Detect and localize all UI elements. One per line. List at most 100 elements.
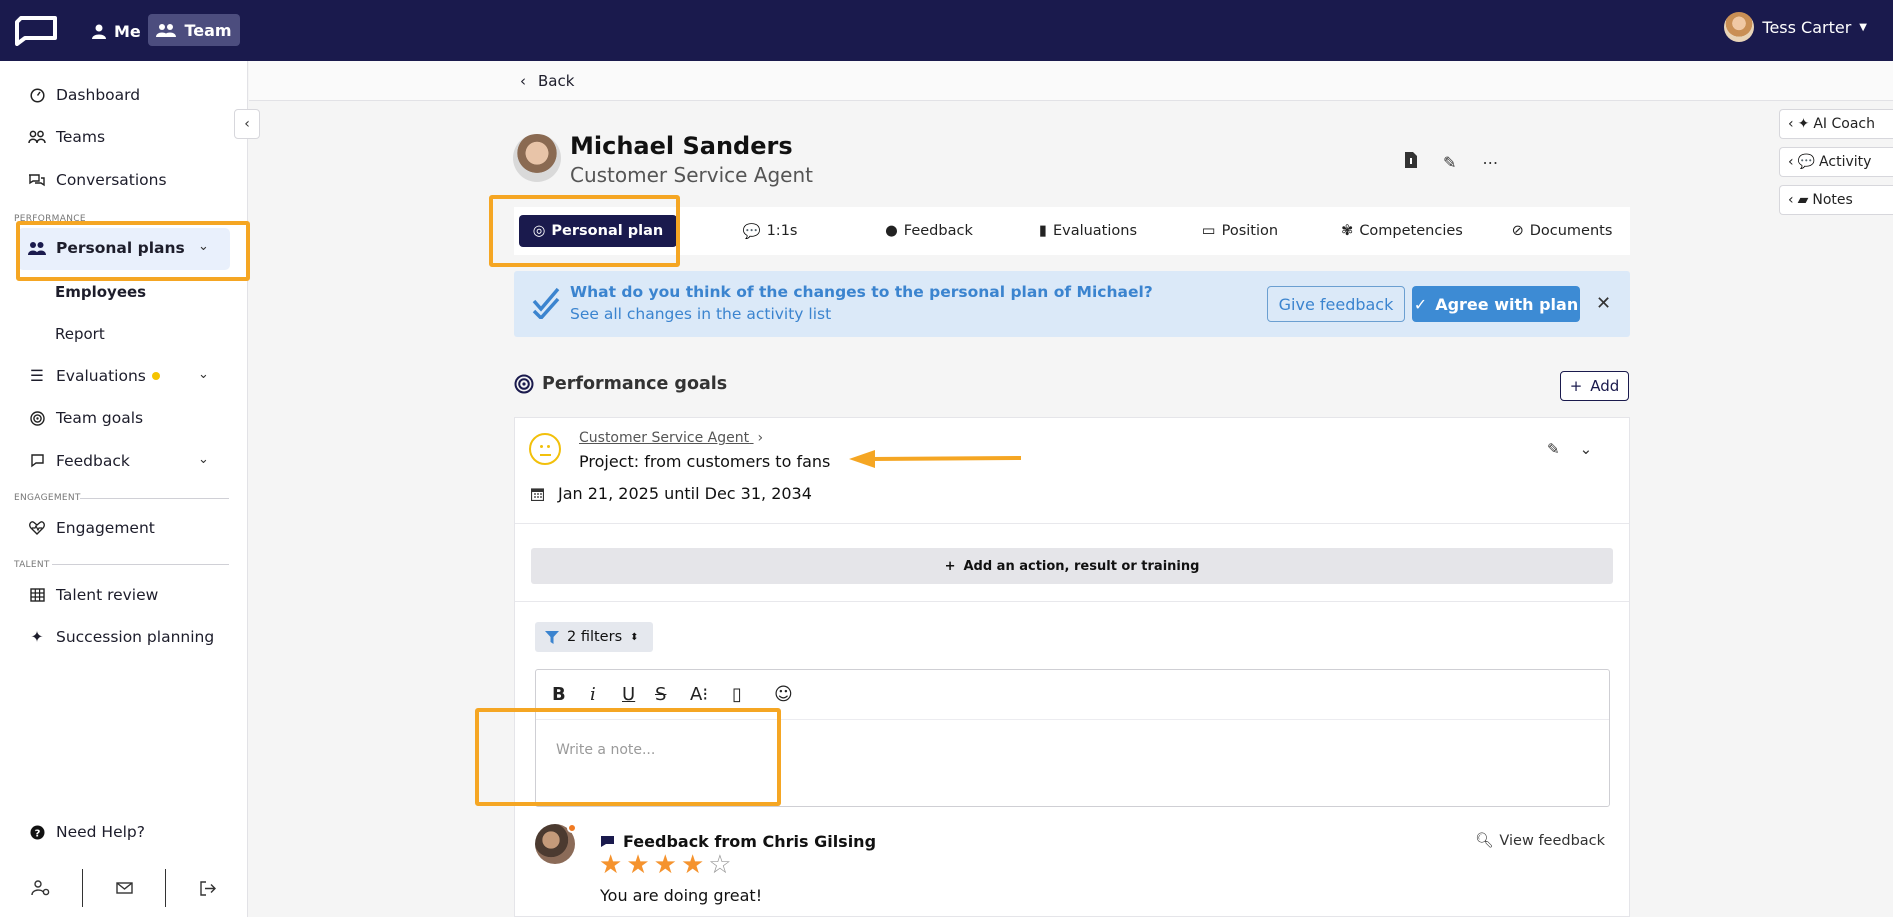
plan-change-banner: What do you think of the changes to the … bbox=[514, 271, 1630, 337]
underline-icon[interactable]: U bbox=[622, 684, 635, 705]
tab-label: Feedback bbox=[903, 223, 973, 239]
person-icon bbox=[92, 24, 106, 39]
back-link[interactable]: ‹ Back bbox=[520, 72, 574, 90]
user-name: Tess Carter bbox=[1762, 17, 1852, 37]
app-logo-icon[interactable] bbox=[13, 14, 59, 46]
section-divider bbox=[52, 564, 229, 565]
nav-team[interactable]: Team bbox=[148, 14, 240, 46]
profile-actions: ✎ ⋯ bbox=[1405, 152, 1498, 172]
sidebar-item-help[interactable]: ? Need Help? bbox=[28, 823, 145, 841]
sidebar-item-dashboard[interactable]: Dashboard bbox=[28, 86, 140, 104]
sidebar-item-feedback[interactable]: Feedback bbox=[28, 452, 130, 470]
sidebar-footer bbox=[0, 859, 248, 917]
sidebar-item-label: Need Help? bbox=[56, 823, 145, 841]
user-settings-button[interactable] bbox=[0, 869, 82, 907]
add-action-button[interactable]: + Add an action, result or training bbox=[531, 548, 1613, 584]
activity-list-link[interactable]: See all changes in the activity list bbox=[570, 305, 831, 323]
pencil-icon[interactable]: ✎ bbox=[1547, 440, 1560, 458]
view-feedback-link[interactable]: 🔍︎ View feedback bbox=[1475, 832, 1605, 850]
add-goal-button[interactable]: + Add bbox=[1560, 371, 1629, 401]
chevron-left-icon: ‹ bbox=[1788, 154, 1794, 170]
tab-competencies[interactable]: ✾ Competencies bbox=[1322, 215, 1482, 247]
sidebar-item-engagement[interactable]: Engagement bbox=[28, 519, 155, 537]
chevron-down-icon[interactable]: ⌄ bbox=[1580, 440, 1593, 458]
envelope-icon bbox=[115, 882, 133, 894]
star-filled-icon: ★ bbox=[680, 850, 705, 880]
goal-breadcrumb[interactable]: Customer Service Agent › bbox=[579, 430, 763, 446]
font-size-icon[interactable]: A⁝ bbox=[690, 684, 708, 705]
more-icon[interactable]: ⋯ bbox=[1482, 153, 1498, 172]
file-icon[interactable]: ▯ bbox=[732, 684, 742, 705]
tab-documents[interactable]: ⊘ Documents bbox=[1489, 215, 1635, 247]
tab-label: 1:1s bbox=[766, 223, 798, 239]
sidebar-item-label: Feedback bbox=[56, 452, 130, 470]
speech-bubble-icon bbox=[28, 452, 46, 470]
chevron-left-icon: ‹ bbox=[520, 72, 526, 90]
sidebar-subitem-report[interactable]: Report bbox=[55, 325, 105, 343]
nav-me[interactable]: Me bbox=[86, 16, 147, 46]
sparkles-icon: ✦ bbox=[30, 628, 44, 646]
sidebar-item-team-goals[interactable]: Team goals bbox=[28, 409, 143, 427]
sidebar-item-talent-review[interactable]: Talent review bbox=[28, 586, 158, 604]
sidebar-item-teams[interactable]: Teams bbox=[28, 128, 105, 146]
highlight-box bbox=[16, 221, 250, 281]
chevron-down-icon[interactable]: ⌄ bbox=[198, 367, 209, 382]
avatar bbox=[1724, 12, 1755, 42]
strikethrough-icon[interactable]: S bbox=[655, 684, 666, 705]
sidebar-item-label: Engagement bbox=[56, 519, 155, 537]
back-bar bbox=[249, 61, 1893, 101]
activity-panel-toggle[interactable]: ‹ 💬 Activity bbox=[1779, 147, 1893, 177]
sidebar-item-label: Evaluations bbox=[56, 367, 146, 385]
divider bbox=[515, 523, 1629, 524]
tab-1on1s[interactable]: 💬 1:1s bbox=[710, 215, 830, 247]
collapse-sidebar-button[interactable]: ‹ bbox=[234, 109, 260, 139]
give-feedback-button[interactable]: Give feedback bbox=[1267, 286, 1405, 322]
sidebar-item-label: Dashboard bbox=[56, 86, 141, 104]
section-label-talent: TALENT bbox=[14, 560, 50, 570]
highlight-box bbox=[489, 195, 680, 267]
tab-feedback[interactable]: ● Feedback bbox=[859, 215, 999, 247]
messages-button[interactable] bbox=[83, 869, 165, 907]
users-icon bbox=[156, 24, 177, 37]
pencil-icon[interactable]: ✎ bbox=[1443, 153, 1456, 172]
tab-evaluations[interactable]: ▮ Evaluations bbox=[1018, 215, 1158, 247]
sidebar-item-label: Conversations bbox=[56, 171, 167, 189]
sticky-note-icon: ▰ bbox=[1797, 192, 1809, 208]
avatar bbox=[513, 134, 561, 182]
goal-breadcrumb-label: Customer Service Agent bbox=[579, 430, 750, 446]
close-icon[interactable]: ✕ bbox=[1596, 293, 1611, 314]
plus-icon: + bbox=[1569, 377, 1583, 395]
notes-panel-toggle[interactable]: ‹ ▰ Notes bbox=[1779, 185, 1893, 215]
banner-question: What do you think of the changes to the … bbox=[570, 283, 1153, 301]
star-filled-icon: ★ bbox=[653, 850, 677, 880]
logout-button[interactable] bbox=[166, 869, 248, 907]
chevron-down-icon[interactable]: ⌄ bbox=[198, 452, 209, 467]
agree-with-plan-button[interactable]: ✓ Agree with plan bbox=[1412, 286, 1580, 322]
sidebar-item-evaluations[interactable]: ☰ Evaluations bbox=[28, 367, 160, 385]
chat-icon: 💬 bbox=[1797, 154, 1816, 170]
feedback-text: You are doing great! bbox=[600, 886, 763, 905]
document-icon[interactable] bbox=[1405, 152, 1417, 172]
filters-dropdown[interactable]: 2 filters ⬍ bbox=[535, 622, 653, 652]
chevron-right-icon: › bbox=[757, 430, 764, 446]
tab-label: Evaluations bbox=[1052, 223, 1138, 239]
chevron-left-icon: ‹ bbox=[244, 116, 250, 132]
sidebar-item-label: Team goals bbox=[56, 409, 144, 427]
tab-label: Documents bbox=[1529, 223, 1613, 239]
feedback-title: Feedback from Chris Gilsing bbox=[600, 832, 876, 851]
sidebar-item-conversations[interactable]: Conversations bbox=[28, 171, 167, 189]
nav-team-label: Team bbox=[184, 20, 232, 40]
sidebar-item-succession-planning[interactable]: ✦ Succession planning bbox=[28, 628, 215, 646]
ai-coach-panel-toggle[interactable]: ‹ ✦ AI Coach bbox=[1779, 109, 1893, 139]
tab-label: Position bbox=[1221, 223, 1279, 239]
bold-icon[interactable]: B bbox=[552, 684, 566, 705]
tab-position[interactable]: ▭ Position bbox=[1178, 215, 1302, 247]
italic-icon[interactable]: i bbox=[590, 684, 596, 705]
filter-icon bbox=[545, 630, 559, 644]
user-menu[interactable]: Tess Carter ▼ bbox=[1724, 12, 1867, 42]
emoji-icon[interactable]: ☺ bbox=[774, 684, 793, 705]
status-dot bbox=[567, 823, 577, 833]
sidebar-subitem-employees[interactable]: Employees bbox=[55, 283, 146, 301]
sidebar: Dashboard Teams Conversations PERFORMANC… bbox=[0, 61, 248, 917]
annotation-arrow-icon bbox=[849, 450, 1022, 468]
